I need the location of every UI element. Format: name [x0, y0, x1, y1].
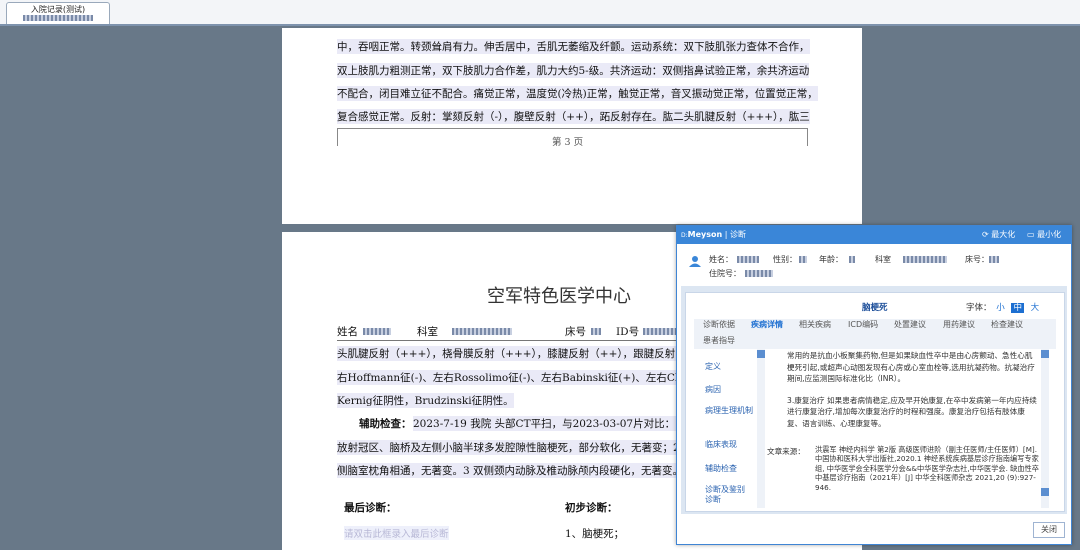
nav-clinical[interactable]: 临床表现	[705, 439, 737, 450]
font-small-button[interactable]: 小	[996, 303, 1005, 313]
source-text: 洪震军 神经内科学 第2版 高级医师进阶（副主任医师/主任医师）[M]. 中国协…	[815, 445, 1039, 492]
user-icon	[689, 255, 701, 267]
footer-tick-left	[337, 128, 338, 146]
patient-name-value	[737, 256, 759, 263]
header-bed-value	[591, 328, 601, 335]
initial-diagnosis-label: 初步诊断：	[565, 502, 618, 514]
patient-name-label: 姓名：	[709, 255, 733, 264]
patient-info: 姓名： 性别： 年龄： 科室 床号： 住院号：	[685, 254, 1061, 282]
font-large-button[interactable]: 大	[1031, 303, 1040, 313]
final-diagnosis-input[interactable]: 请双击此框录入最后诊断	[344, 526, 449, 540]
meyson-diagnosis-panel: D:Meyson | 诊断 ⟳ 最大化 ▭ 最小化 姓名： 性别： 年龄： 科室…	[676, 225, 1072, 545]
tab-admission-record[interactable]: 入院记录(测试)	[6, 2, 110, 24]
nav-scrollbar-thumb[interactable]	[757, 350, 765, 358]
header-id-label: ID号	[616, 326, 640, 338]
patient-age-label: 年龄：	[819, 255, 843, 264]
content-paragraph-2: 3.康复治疗 如果患者病情稳定,应及早开始康复,在卒中发病第一年内应持续进行康复…	[787, 395, 1037, 428]
maximize-button[interactable]: ⟳ 最大化	[982, 226, 1015, 244]
header-name-value	[363, 328, 391, 335]
source-label: 文章来源：	[767, 447, 805, 456]
footer-tick-right	[807, 128, 808, 146]
panel-titlebar: D:Meyson | 诊断 ⟳ 最大化 ▭ 最小化	[677, 226, 1071, 244]
font-size-label: 字体：	[966, 303, 992, 313]
page3-line-2: 双上肢肌力粗测正常，双下肢肌力合作差，肌力大约5-级。共济运动：双侧指鼻试验正常…	[337, 63, 810, 78]
panel-brand: D:Meyson | 诊断	[681, 230, 746, 239]
patient-dept-value	[903, 256, 947, 263]
patient-age-value	[849, 256, 855, 263]
patient-bed-label: 床号：	[965, 255, 989, 264]
nav-aux-exam[interactable]: 辅助检查	[705, 463, 737, 474]
content-scrollbar-thumb[interactable]	[1041, 488, 1049, 496]
tab-exam-advice[interactable]: 检查建议	[991, 319, 1023, 330]
initial-diagnosis-item: 1、脑梗死；	[565, 528, 625, 540]
nav-definition[interactable]: 定义	[705, 361, 721, 372]
hospital-title: 空军特色医学中心	[487, 286, 631, 307]
tab-subtitle	[7, 14, 109, 23]
tab-disposal-advice[interactable]: 处置建议	[894, 319, 926, 330]
tab-medication-advice[interactable]: 用药建议	[943, 319, 975, 330]
content-paragraph-1: 常用的是抗血小板聚集药物,但是如果缺血性卒中是由心房颤动、急性心肌梗死引起,或超…	[787, 351, 1035, 383]
header-dept-label: 科室	[417, 326, 438, 338]
page4-line-1: 头肌腱反射（+++），桡骨膜反射（+++），膝腱反射（++），跟腱反射（++	[337, 346, 704, 361]
aux-exam-label: 辅助检查：	[359, 418, 412, 430]
patient-gender-value	[799, 256, 807, 263]
patient-gender-label: 性别：	[773, 255, 797, 264]
header-name-label: 姓名	[337, 326, 358, 338]
disease-title: 脑梗死	[862, 303, 888, 313]
font-size-selector: 字体： 小 中 大	[966, 301, 1039, 313]
minimize-icon: ▭	[1027, 230, 1035, 239]
nav-scrollbar[interactable]	[757, 348, 765, 508]
page4-line-2: 右Hoffmann征(-)、左右Rossolimo征(-)、左右Babinski…	[337, 370, 708, 385]
tab-title: 入院记录(测试)	[30, 5, 86, 14]
patient-admit-value	[745, 270, 773, 277]
page-footer-line	[337, 128, 807, 129]
document-tab-bar: 入院记录(测试)	[0, 0, 1080, 26]
nav-pathophysiology[interactable]: 病理生理机制	[705, 406, 755, 416]
page-number: 第 3 页	[552, 137, 584, 148]
header-bed-label: 床号	[565, 326, 586, 338]
page4-line-3: Kernig征阴性，Brudzinski征阴性。	[337, 393, 514, 408]
patient-dept-label: 科室	[875, 255, 891, 264]
final-diagnosis-label: 最后诊断：	[344, 502, 397, 514]
minimize-button[interactable]: ▭ 最小化	[1027, 226, 1061, 244]
page3-line-4: 复合感觉正常。反射：掌颏反射（-），腹壁反射（++），跖反射存在。肱二头肌腱反射…	[337, 109, 810, 124]
aux-line-1: 2023-7-19 我院 头部CT平扫，与2023-03-07片对比：1 双	[413, 416, 696, 431]
patient-bed-value	[989, 256, 999, 263]
tab-disease-detail[interactable]: 疾病详情	[751, 319, 783, 330]
header-dept-value	[452, 328, 512, 335]
content-scrollbar[interactable]	[1041, 348, 1049, 508]
aux-line-3: 侧脑室枕角相通，无著变。3 双侧颈内动脉及椎动脉颅内段硬化，无著变。	[337, 463, 684, 478]
detail-content: 常用的是抗血小板聚集药物,但是如果缺血性卒中是由心房颤动、急性心肌梗死引起,或超…	[787, 350, 1037, 429]
tab-related-disease[interactable]: 相关疾病	[799, 319, 831, 330]
nav-etiology[interactable]: 病因	[705, 384, 721, 395]
tab-patient-guide[interactable]: 患者指导	[703, 335, 735, 346]
nav-diagnosis[interactable]: 诊断及鉴别诊断	[705, 485, 751, 505]
patient-admit-label: 住院号：	[709, 269, 741, 278]
font-medium-button[interactable]: 中	[1011, 303, 1024, 313]
page3-line-1: 中，吞咽正常。转颈耸肩有力。伸舌居中，舌肌无萎缩及纤颤。运动系统：双下肢肌张力查…	[337, 39, 810, 54]
maximize-icon: ⟳	[982, 230, 989, 239]
close-button[interactable]: 关闭	[1033, 522, 1065, 538]
content-scrollbar-top[interactable]	[1041, 350, 1049, 358]
aux-line-2: 放射冠区、脑桥及左侧小脑半球多发腔隙性脑梗死，部分软化，无著变；2	[337, 440, 680, 455]
tab-diagnosis-basis[interactable]: 诊断依据	[703, 319, 735, 330]
document-page-3: 中，吞咽正常。转颈耸肩有力。伸舌居中，舌肌无萎缩及纤颤。运动系统：双下肢肌张力查…	[282, 28, 862, 224]
tab-icd-code[interactable]: ICD编码	[848, 319, 878, 330]
page3-line-3: 不配合，闭目难立征不配合。痛觉正常，温度觉(冷热)正常，触觉正常，音叉振动觉正常…	[337, 86, 818, 101]
